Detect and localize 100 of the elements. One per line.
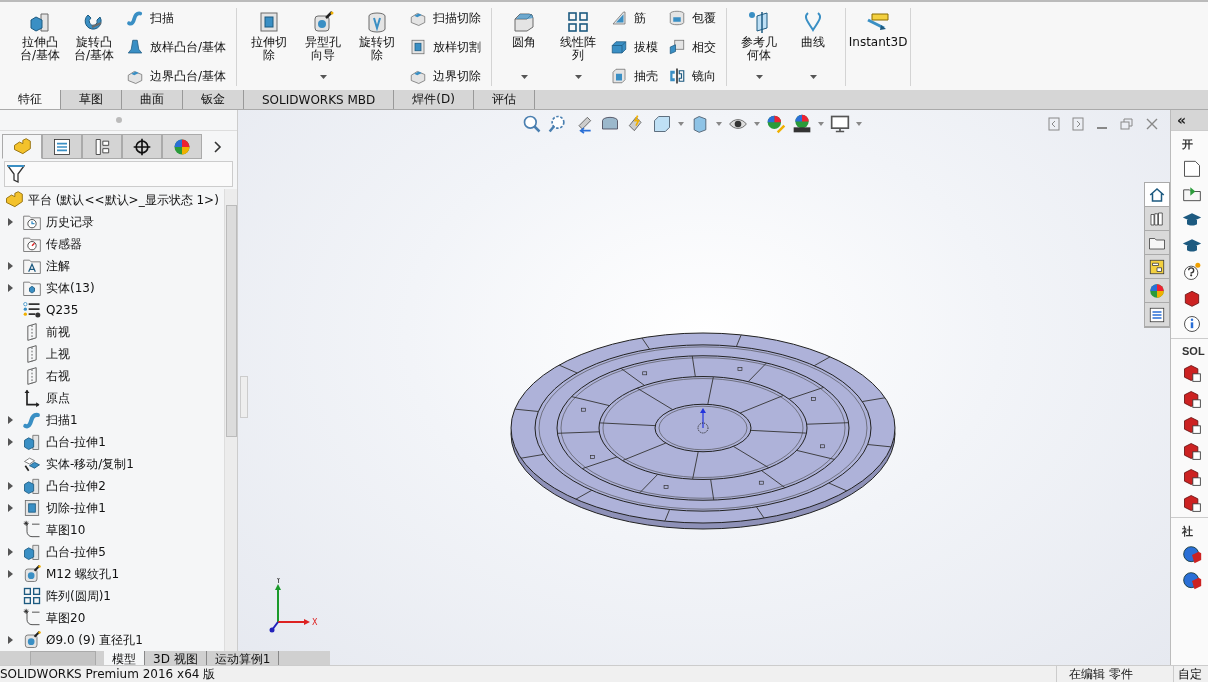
expand-arrow-icon[interactable] bbox=[8, 416, 13, 424]
expand-arrow-icon[interactable] bbox=[8, 548, 13, 556]
appearance-icon[interactable] bbox=[766, 114, 786, 134]
scrollbar[interactable] bbox=[224, 189, 237, 651]
ribbon-button[interactable]: 相交 bbox=[666, 37, 719, 57]
filter-field[interactable] bbox=[4, 161, 233, 187]
close-icon[interactable] bbox=[1146, 117, 1158, 131]
caret-icon[interactable] bbox=[678, 122, 684, 126]
tree-item[interactable]: Q235 bbox=[0, 299, 224, 321]
caret-icon bbox=[574, 75, 582, 79]
info-icon[interactable] bbox=[1182, 314, 1202, 334]
scene-icon[interactable] bbox=[792, 114, 812, 134]
filter-icon bbox=[7, 164, 25, 184]
ribbon-button[interactable]: 圆角 bbox=[498, 8, 551, 86]
tree-item[interactable]: M12 螺纹孔1 bbox=[0, 563, 224, 585]
ribbon-button[interactable]: 拔模 bbox=[608, 37, 661, 57]
ribbon-button[interactable]: 拉伸凸 台/基体 bbox=[14, 8, 66, 86]
expand-arrow-icon[interactable] bbox=[8, 218, 13, 226]
bottom-tab[interactable]: 模型 bbox=[104, 651, 145, 665]
tree-item[interactable]: 凸台-拉伸2 bbox=[0, 475, 224, 497]
ribbon-button[interactable]: 镜向 bbox=[666, 66, 719, 86]
zoom-area-icon[interactable] bbox=[548, 114, 568, 134]
tree-item[interactable]: 前视 bbox=[0, 321, 224, 343]
panel-tab[interactable] bbox=[82, 134, 122, 159]
box-icon[interactable] bbox=[1182, 288, 1202, 308]
tree-item[interactable]: 草图10 bbox=[0, 519, 224, 541]
expand-arrow-icon[interactable] bbox=[8, 438, 13, 446]
crosshair-icon bbox=[132, 136, 152, 157]
status-text: SOLIDWORKS Premium 2016 x64 版 bbox=[0, 665, 216, 682]
ribbon-button[interactable]: 异型孔 向导 bbox=[297, 8, 350, 86]
ribbon-button[interactable]: 拉伸切 除 bbox=[243, 8, 296, 86]
section-heading: 社 bbox=[1182, 524, 1194, 539]
panel-tab[interactable] bbox=[122, 134, 162, 159]
wrap-icon bbox=[668, 9, 687, 27]
expand-arrow-icon[interactable] bbox=[8, 504, 13, 512]
ribbon-button[interactable]: 扫描 bbox=[124, 8, 229, 28]
caret-icon[interactable] bbox=[716, 122, 722, 126]
ribbon-button[interactable]: 曲线 bbox=[787, 8, 840, 86]
open-folder-icon[interactable] bbox=[1182, 184, 1202, 204]
tree-item[interactable]: 历史记录 bbox=[0, 211, 224, 233]
tree-item[interactable]: 凸台-拉伸5 bbox=[0, 541, 224, 563]
ribbon-button[interactable]: 放样切割 bbox=[407, 37, 484, 57]
hole-wizard-icon bbox=[22, 564, 42, 584]
axis-triad-drawing bbox=[269, 584, 310, 633]
ribbon-button[interactable]: 抽壳 bbox=[608, 66, 661, 86]
panel-tab[interactable] bbox=[42, 134, 82, 159]
tree-item[interactable]: 扫描1 bbox=[0, 409, 224, 431]
caret-icon[interactable] bbox=[856, 122, 862, 126]
document-icon[interactable] bbox=[1182, 158, 1202, 178]
tree-item[interactable]: 实体(13) bbox=[0, 277, 224, 299]
ribbon-button[interactable]: 线性阵 列 bbox=[552, 8, 605, 86]
tree-item[interactable]: 实体-移动/复制1 bbox=[0, 453, 224, 475]
ribbon-button[interactable]: Instant3D bbox=[852, 8, 905, 86]
tree-item[interactable]: Ø9.0 (9) 直径孔1 bbox=[0, 629, 224, 651]
ribbon-button[interactable]: 扫描切除 bbox=[407, 8, 484, 28]
help-icon[interactable] bbox=[1182, 262, 1202, 282]
globe-icon[interactable] bbox=[1182, 545, 1202, 565]
axis-label: X bbox=[312, 618, 318, 627]
ribbon-button[interactable]: 边界切除 bbox=[407, 66, 484, 86]
tree-item[interactable]: 注解 bbox=[0, 255, 224, 277]
panel-grip-icon[interactable] bbox=[115, 117, 122, 123]
expand-arrow-icon[interactable] bbox=[8, 284, 13, 292]
tree-item[interactable]: 凸台-拉伸1 bbox=[0, 431, 224, 453]
tree-item[interactable]: 原点 bbox=[0, 387, 224, 409]
expand-arrow-icon[interactable] bbox=[8, 570, 13, 578]
caret-icon[interactable] bbox=[754, 122, 760, 126]
monitor-icon[interactable] bbox=[830, 114, 850, 134]
view-orientation-icon[interactable] bbox=[652, 114, 672, 134]
chevron-right-icon[interactable] bbox=[214, 140, 222, 153]
list-icon bbox=[1148, 305, 1166, 324]
previous-pane-icon[interactable] bbox=[1048, 117, 1060, 131]
ribbon-button[interactable]: 包覆 bbox=[666, 8, 719, 28]
zoom-fit-icon[interactable] bbox=[522, 114, 542, 134]
tree-item[interactable]: 右视 bbox=[0, 365, 224, 387]
tree-item[interactable]: 阵列(圆周)1 bbox=[0, 585, 224, 607]
splitter-handle[interactable] bbox=[240, 376, 248, 418]
ribbon-button[interactable]: 旋转凸 台/基体 bbox=[68, 8, 120, 86]
ribbon-button[interactable]: 筋 bbox=[608, 8, 661, 28]
tree-item[interactable]: 草图20 bbox=[0, 607, 224, 629]
ribbon-button[interactable]: 边界凸台/基体 bbox=[124, 66, 229, 86]
mirror-icon bbox=[668, 67, 687, 85]
draft-icon bbox=[610, 38, 629, 56]
expand-arrow-icon[interactable] bbox=[8, 482, 13, 490]
next-pane-icon[interactable] bbox=[1072, 117, 1084, 131]
ribbon-button[interactable]: 旋转切 除 bbox=[351, 8, 404, 86]
caret-icon[interactable] bbox=[818, 122, 824, 126]
tree-item[interactable]: 上视 bbox=[0, 343, 224, 365]
ribbon-button[interactable]: 参考几 何体 bbox=[733, 8, 786, 86]
ribbon-button[interactable]: 放样凸台/基体 bbox=[124, 37, 229, 57]
task-pane-tab[interactable] bbox=[1145, 183, 1169, 207]
tree-item[interactable]: 切除-拉伸1 bbox=[0, 497, 224, 519]
status-customize[interactable]: 自定 bbox=[1173, 665, 1208, 682]
globe-icon[interactable] bbox=[1182, 571, 1202, 591]
extrude-boss-icon bbox=[22, 476, 42, 496]
section-heading: 开 bbox=[1182, 137, 1194, 152]
tree-root[interactable]: 平台 (默认<<默认>_显示状态 1>) bbox=[0, 189, 224, 211]
expand-arrow-icon[interactable] bbox=[8, 636, 13, 644]
tree-item[interactable]: 传感器 bbox=[0, 233, 224, 255]
expand-arrow-icon[interactable] bbox=[8, 262, 13, 270]
ribbon-tab[interactable]: 特征 bbox=[0, 90, 61, 109]
